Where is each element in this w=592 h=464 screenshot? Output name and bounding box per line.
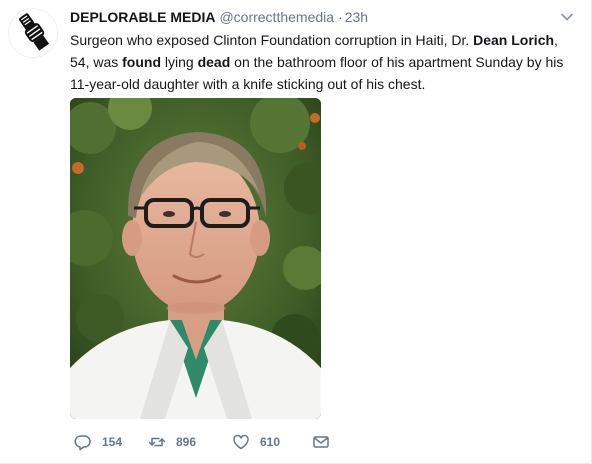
heart-icon — [233, 434, 249, 450]
reply-icon — [74, 435, 91, 451]
envelope-icon — [313, 436, 329, 448]
tweet-header: DEPLORABLE MEDIA @correctthemedia · 23h — [70, 8, 368, 26]
chevron-down-icon — [561, 13, 573, 21]
like-button[interactable]: 610 — [232, 432, 280, 452]
tweet-timestamp[interactable]: 23h — [345, 9, 368, 25]
tweet-text-segment: lying — [161, 54, 198, 70]
reply-button[interactable]: 154 — [74, 432, 122, 452]
tweet-text-bold-dead: dead — [197, 54, 231, 70]
tweet-text-bold-name: Dean Lorich — [473, 32, 555, 48]
retweet-icon — [148, 437, 166, 447]
portrait-photo — [70, 98, 321, 419]
retweet-button[interactable]: 896 — [148, 432, 196, 452]
author-avatar[interactable] — [9, 9, 57, 57]
tweet-photo[interactable] — [70, 98, 321, 419]
fist-microphone-logo-icon — [9, 9, 57, 57]
reply-count: 154 — [102, 435, 123, 449]
tweet-text-bold-found: found — [122, 54, 162, 70]
tweet-options-button[interactable] — [560, 10, 574, 24]
author-handle[interactable]: @correctthemedia — [219, 9, 334, 25]
author-name[interactable]: DEPLORABLE MEDIA — [70, 9, 215, 25]
tweet-text: Surgeon who exposed Clinton Foundation c… — [70, 29, 580, 95]
direct-message-button[interactable] — [312, 432, 330, 452]
like-count: 610 — [260, 435, 281, 449]
tweet-text-segment: Surgeon who exposed Clinton Foundation c… — [70, 32, 474, 48]
header-separator: · — [338, 9, 343, 25]
tweet[interactable]: DEPLORABLE MEDIA @correctthemedia · 23h Sur… — [0, 0, 592, 464]
retweet-count: 896 — [176, 435, 197, 449]
